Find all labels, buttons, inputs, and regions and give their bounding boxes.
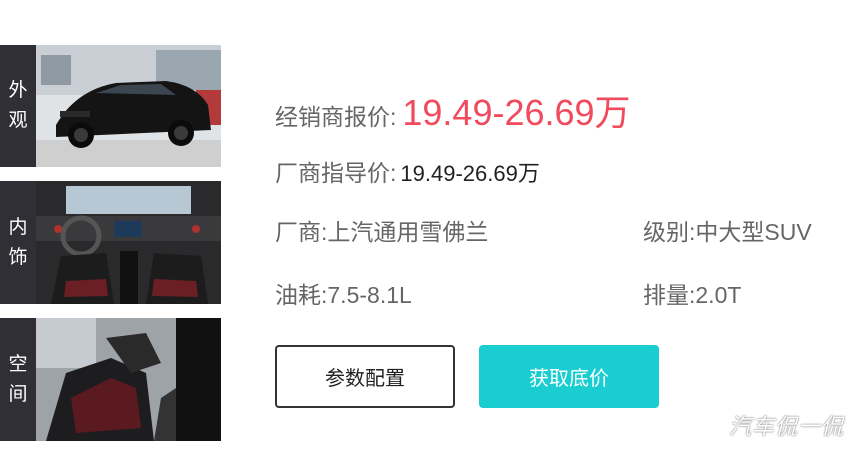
get-price-button[interactable]: 获取底价 bbox=[479, 345, 659, 408]
thumbnail-label: 空 间 bbox=[0, 318, 36, 441]
watermark: 汽车侃一侃 bbox=[728, 414, 844, 439]
guide-price-label: 厂商指导价: bbox=[275, 160, 397, 186]
displacement-row: 排量:2.0T bbox=[643, 276, 741, 310]
config-button[interactable]: 参数配置 bbox=[275, 345, 455, 408]
guide-price-row: 厂商指导价: 19.49-26.69万 bbox=[275, 154, 540, 188]
displacement-label: 排量: bbox=[643, 282, 696, 308]
interior-photo bbox=[36, 181, 221, 304]
thumbnail-interior[interactable]: 内 饰 bbox=[0, 181, 221, 304]
maker-value: 上汽通用雪佛兰 bbox=[327, 219, 489, 245]
dealer-price-row: 经销商报价: 19.49-26.69万 bbox=[275, 84, 631, 136]
thumbnail-space[interactable]: 空 间 bbox=[0, 318, 221, 441]
level-value: 中大型SUV bbox=[695, 219, 812, 245]
fuel-value: 7.5-8.1L bbox=[327, 282, 412, 308]
thumbnail-label: 外 观 bbox=[0, 45, 36, 167]
dealer-price-value: 19.49-26.69万 bbox=[402, 92, 631, 133]
maker-label: 厂商: bbox=[275, 219, 328, 245]
level-row: 级别:中大型SUV bbox=[643, 213, 812, 247]
fuel-label: 油耗: bbox=[275, 282, 328, 308]
guide-price-value: 19.49-26.69万 bbox=[400, 161, 540, 186]
thumbnail-exterior[interactable]: 外 观 bbox=[0, 45, 221, 167]
space-photo bbox=[36, 318, 221, 441]
fuel-row: 油耗:7.5-8.1L bbox=[275, 276, 412, 310]
displacement-value: 2.0T bbox=[695, 282, 742, 308]
gallery-thumbnails: 外 观 内 饰 空 间 bbox=[0, 0, 221, 455]
thumbnail-label: 内 饰 bbox=[0, 181, 36, 304]
dealer-price-label: 经销商报价: bbox=[275, 104, 397, 130]
maker-row: 厂商:上汽通用雪佛兰 bbox=[275, 213, 488, 247]
level-label: 级别: bbox=[643, 219, 696, 245]
exterior-photo bbox=[36, 45, 221, 167]
